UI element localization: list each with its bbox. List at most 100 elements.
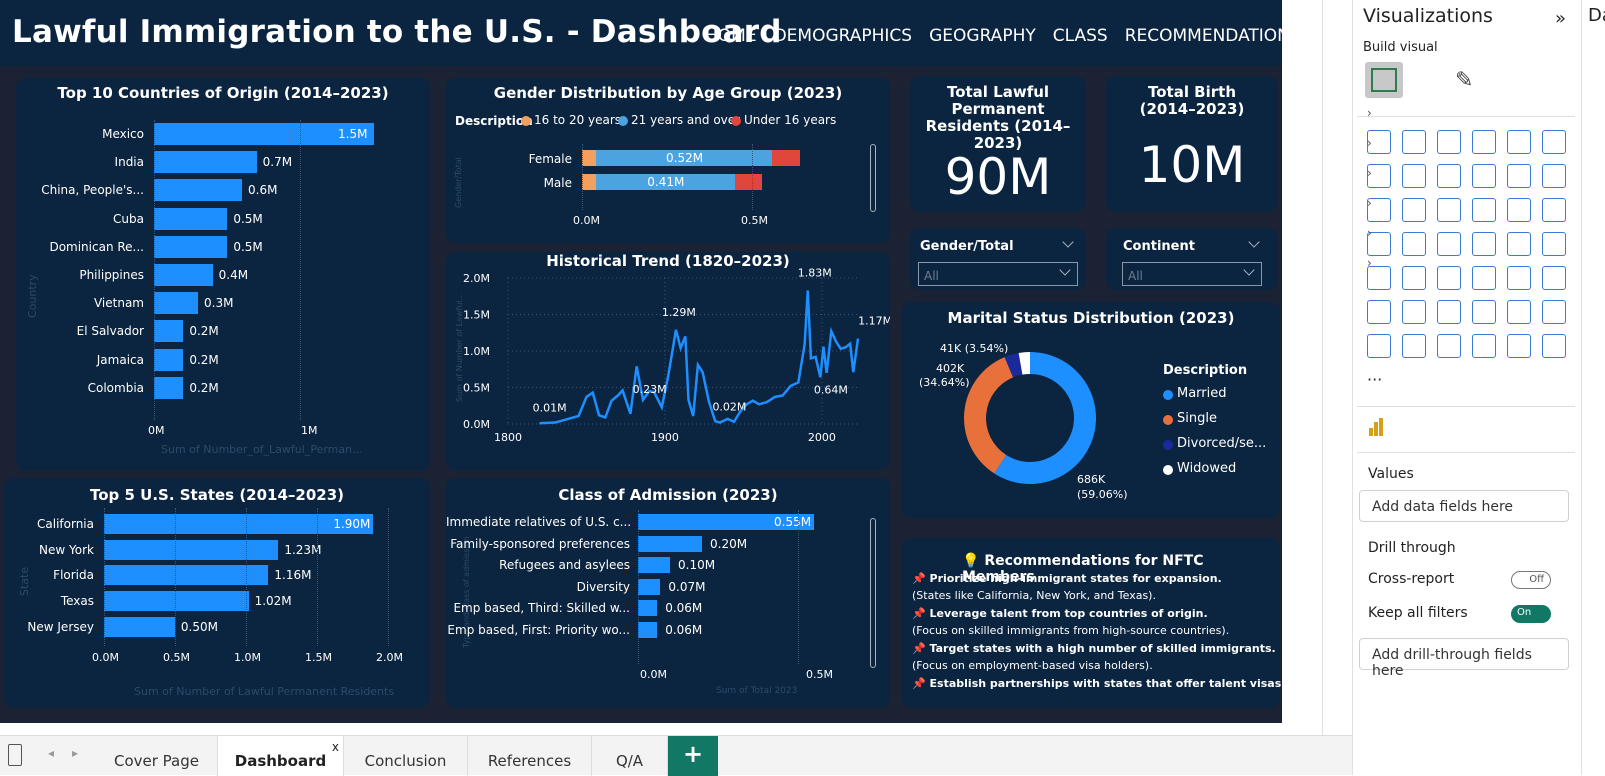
expand-chevron-icon[interactable]: › xyxy=(1367,98,1372,128)
nav-demographics[interactable]: DEMOGRAPHICS xyxy=(774,26,913,46)
more-visuals-2-icon[interactable] xyxy=(1472,334,1496,358)
keep-filters-toggle[interactable]: On xyxy=(1511,605,1551,623)
filled-map-icon[interactable] xyxy=(1437,232,1461,256)
trend-chart[interactable]: Historical Trend (1820–2023) 2.0M 1.5M 1.0… xyxy=(446,252,890,470)
slicer1-dropdown[interactable]: All xyxy=(918,262,1078,286)
values-drop-zone[interactable]: Add data fields here xyxy=(1359,490,1569,522)
gender-bar-segment[interactable] xyxy=(582,150,596,166)
power-apps-icon[interactable] xyxy=(1402,334,1426,358)
tab-dashboard[interactable]: Dashboard x xyxy=(218,736,344,776)
admission-bar[interactable] xyxy=(638,578,661,595)
clustered-column-icon[interactable] xyxy=(1472,130,1496,154)
clustered-bar-icon[interactable] xyxy=(1437,130,1461,154)
gauge-icon[interactable] xyxy=(1507,232,1531,256)
card-icon[interactable] xyxy=(1542,232,1566,256)
kpi-icon[interactable] xyxy=(1402,266,1426,290)
key-influencers-icon[interactable] xyxy=(1402,300,1426,324)
marital-legend-item[interactable]: Divorced/se... xyxy=(1177,436,1266,451)
narrative-icon[interactable] xyxy=(1507,300,1531,324)
r-visual-icon[interactable] xyxy=(1542,266,1566,290)
line-column-icon[interactable] xyxy=(1507,164,1531,188)
country-bar[interactable] xyxy=(154,207,228,230)
country-bar[interactable] xyxy=(154,292,198,315)
cross-report-toggle[interactable]: Off xyxy=(1511,571,1551,589)
area-chart-icon[interactable] xyxy=(1402,164,1426,188)
admission-chart[interactable]: Class of Admission (2023) Type and class… xyxy=(446,478,890,708)
marital-legend-item[interactable]: Widowed xyxy=(1177,461,1236,476)
format-visual-icon[interactable]: ✎ xyxy=(1455,68,1473,93)
slicer1-collapse-icon[interactable] xyxy=(1062,236,1074,248)
tab-references[interactable]: References xyxy=(468,736,592,776)
power-automate-icon[interactable] xyxy=(1437,334,1461,358)
tab-q-a[interactable]: Q/A xyxy=(592,736,668,776)
country-bar[interactable] xyxy=(154,235,228,258)
stacked-area-icon[interactable] xyxy=(1437,164,1461,188)
state-bar[interactable] xyxy=(104,565,269,586)
expand-chevron-icon[interactable]: › xyxy=(1367,158,1372,188)
state-bar[interactable] xyxy=(104,591,249,612)
country-bar[interactable] xyxy=(154,348,184,371)
continent-slicer[interactable]: Continent All xyxy=(1106,228,1278,290)
qa-icon[interactable] xyxy=(1472,300,1496,324)
map-icon[interactable] xyxy=(1402,232,1426,256)
slicer-icon[interactable] xyxy=(1437,266,1461,290)
gender-slicer[interactable]: Gender/Total All xyxy=(910,228,1086,290)
shape-icon[interactable] xyxy=(1507,334,1531,358)
funnel-icon[interactable] xyxy=(1437,198,1461,222)
country-bar[interactable] xyxy=(154,376,184,399)
arrow-icon[interactable] xyxy=(1542,334,1566,358)
collapse-pane-icon[interactable]: » xyxy=(1555,8,1566,29)
add-page-button[interactable]: + xyxy=(668,736,718,776)
nav-recommendations[interactable]: RECOMMENDATIONS xyxy=(1125,26,1301,46)
100-bar-icon[interactable] xyxy=(1507,130,1531,154)
admission-bar[interactable] xyxy=(638,535,702,552)
build-visual-tab[interactable] xyxy=(1365,62,1403,98)
expand-chevron-icon[interactable]: › xyxy=(1367,128,1372,158)
gender-scrollbar[interactable] xyxy=(870,144,876,212)
custom-visual-bar-icon[interactable] xyxy=(1367,416,1389,438)
admission-scrollbar[interactable] xyxy=(870,518,876,668)
funnel-column-icon[interactable] xyxy=(1402,198,1426,222)
mobile-layout-icon[interactable] xyxy=(8,744,22,766)
stacked-column-icon[interactable] xyxy=(1402,130,1426,154)
marital-legend-item[interactable]: Married xyxy=(1177,386,1227,401)
ribbon-chart-icon[interactable] xyxy=(1472,164,1496,188)
gender-legend-item[interactable]: 16 to 20 years xyxy=(534,113,621,127)
gender-bar-segment[interactable] xyxy=(582,174,596,190)
state-bar[interactable] xyxy=(104,616,175,637)
gender-legend-item[interactable]: Under 16 years xyxy=(744,113,836,127)
azure-map-icon[interactable] xyxy=(1472,232,1496,256)
paginated-report-icon[interactable] xyxy=(1367,334,1391,358)
python-visual-icon[interactable] xyxy=(1367,300,1391,324)
matrix-icon[interactable] xyxy=(1507,266,1531,290)
more-visuals-icon[interactable]: ··· xyxy=(1367,370,1382,389)
marital-chart[interactable]: Marital Status Distribution (2023) 41K (… xyxy=(902,302,1280,518)
100-column-icon[interactable] xyxy=(1542,130,1566,154)
table-icon[interactable] xyxy=(1472,266,1496,290)
gender-chart[interactable]: Gender Distribution by Age Group (2023) … xyxy=(446,78,890,243)
country-bar[interactable] xyxy=(154,264,213,286)
slicer2-dropdown[interactable]: All xyxy=(1122,262,1262,286)
tab-cover-page[interactable]: Cover Page xyxy=(96,736,218,776)
tab-conclusion[interactable]: Conclusion xyxy=(344,736,468,776)
nav-class[interactable]: CLASS xyxy=(1053,26,1108,46)
donut-icon[interactable] xyxy=(1542,198,1566,222)
tab-close-icon[interactable]: x xyxy=(332,740,339,754)
kpi-total-birth[interactable]: Total Birth (2014–2023) 10M xyxy=(1106,76,1278,212)
drill-through-drop-zone[interactable]: Add drill-through fields here xyxy=(1359,638,1569,679)
expand-chevron-icon[interactable]: › xyxy=(1367,218,1372,248)
goals-icon[interactable] xyxy=(1542,300,1566,324)
country-bar[interactable] xyxy=(154,151,257,174)
country-bar[interactable] xyxy=(154,320,184,343)
countries-chart[interactable]: Top 10 Countries of Origin (2014–2023) C… xyxy=(16,78,430,470)
nav-geography[interactable]: GEOGRAPHY xyxy=(929,26,1036,46)
tab-scroll-left-icon[interactable]: ◂ xyxy=(48,746,54,760)
admission-bar[interactable] xyxy=(638,600,658,616)
tab-scroll-right-icon[interactable]: ▸ xyxy=(72,746,78,760)
state-bar[interactable] xyxy=(104,539,279,560)
expand-chevron-icon[interactable]: › xyxy=(1367,248,1372,278)
marital-legend-item[interactable]: Single xyxy=(1177,411,1217,426)
slicer2-collapse-icon[interactable] xyxy=(1248,236,1260,248)
scatter-icon[interactable] xyxy=(1472,198,1496,222)
gender-legend-item[interactable]: 21 years and over xyxy=(631,113,740,127)
